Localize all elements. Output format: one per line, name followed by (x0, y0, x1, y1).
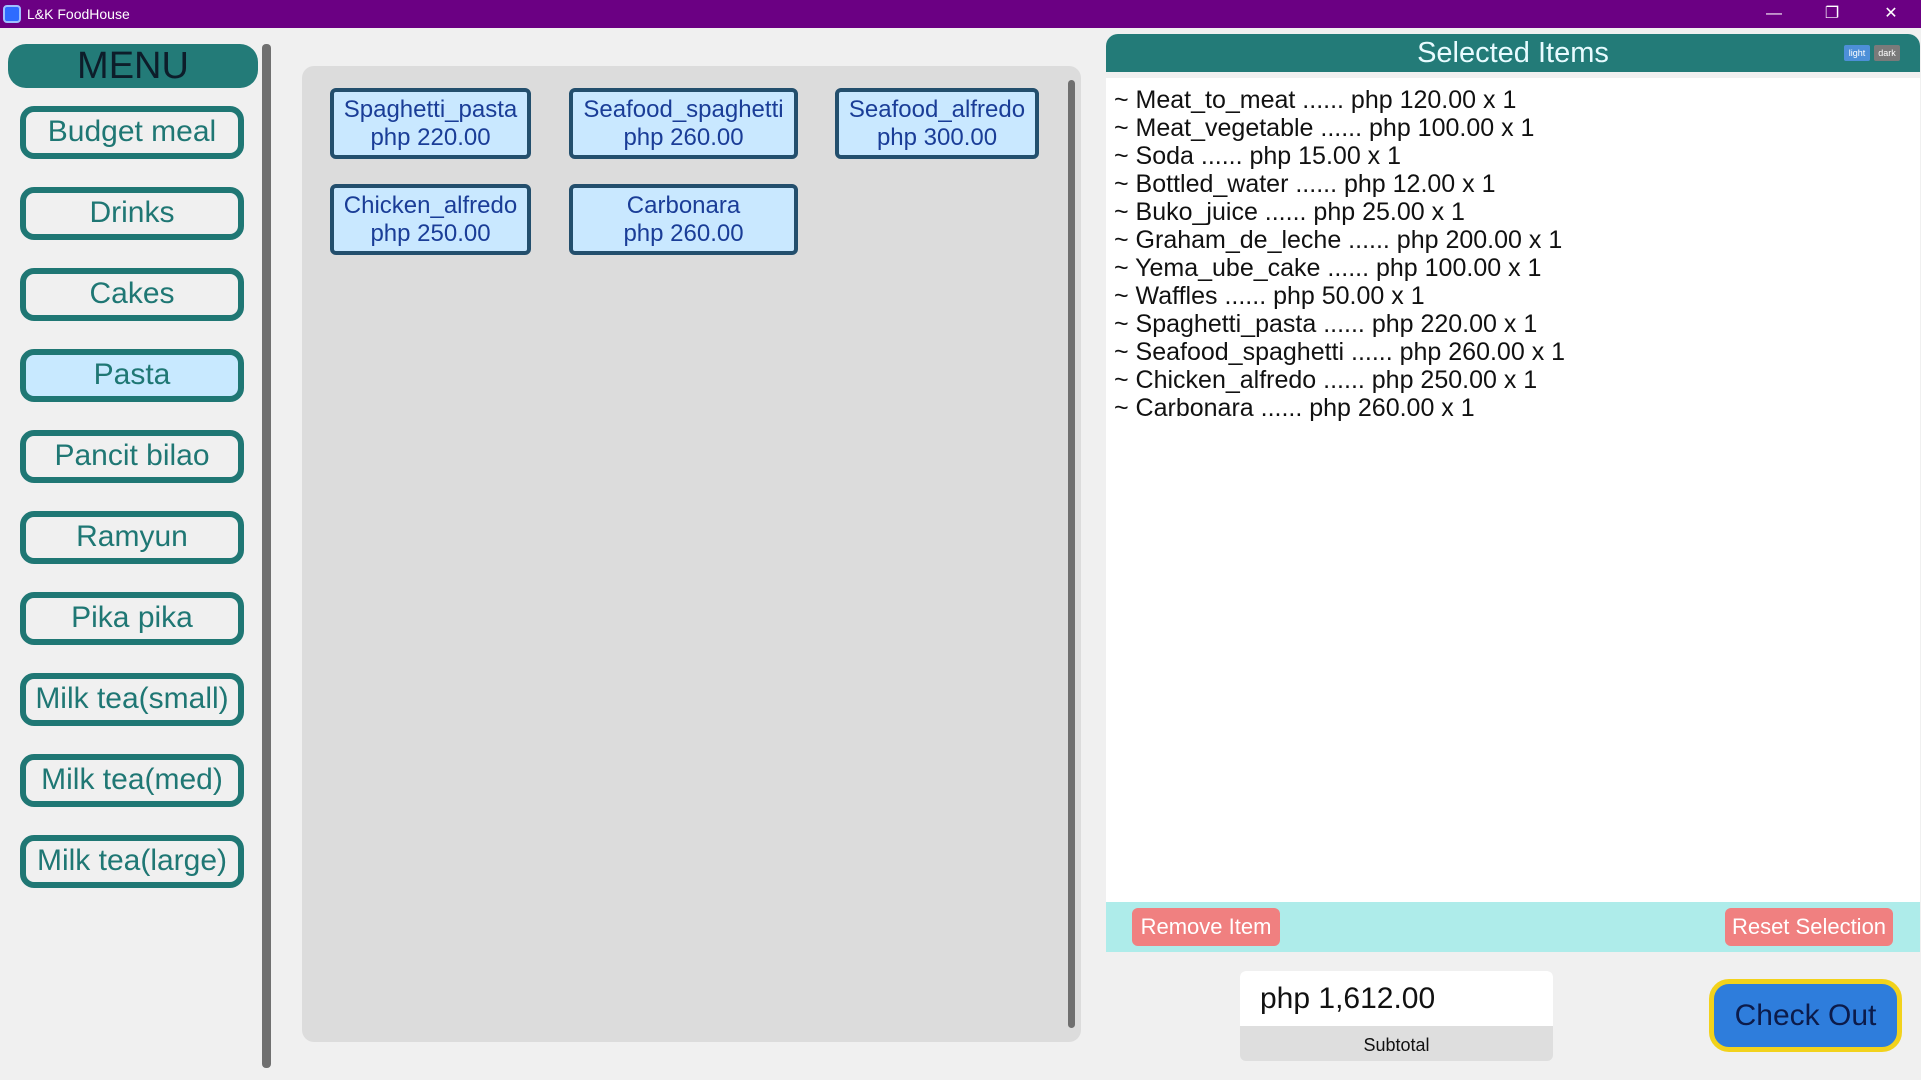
menu-scrollbar[interactable] (262, 44, 271, 1068)
product-name: Seafood_spaghetti (583, 96, 784, 123)
list-item[interactable]: ~ Soda ...... php 15.00 x 1 (1114, 142, 1912, 170)
menu-button-drinks[interactable]: Drinks (20, 187, 244, 240)
list-item[interactable]: ~ Yema_ube_cake ...... php 100.00 x 1 (1114, 254, 1912, 282)
product-price: php 260.00 (623, 124, 744, 151)
menu-button-cakes[interactable]: Cakes (20, 268, 244, 321)
list-item[interactable]: ~ Chicken_alfredo ...... php 250.00 x 1 (1114, 366, 1912, 394)
menu-panel: MENU Budget meal Drinks Cakes Pasta Panc… (0, 28, 278, 1080)
selected-items-header: Selected Items light dark (1106, 34, 1920, 72)
product-button[interactable]: Spaghetti_pasta php 220.00 (330, 88, 531, 159)
products-panel: Spaghetti_pasta php 220.00 Seafood_spagh… (302, 66, 1081, 1042)
theme-light-button[interactable]: light (1844, 45, 1870, 61)
list-item[interactable]: ~ Meat_to_meat ...... php 120.00 x 1 (1114, 86, 1912, 114)
app-icon (3, 5, 21, 23)
product-price: php 220.00 (370, 124, 491, 151)
minimize-button[interactable]: — (1745, 0, 1803, 28)
product-name: Chicken_alfredo (343, 192, 518, 219)
menu-button-pika-pika[interactable]: Pika pika (20, 592, 244, 645)
reset-selection-button[interactable]: Reset Selection (1725, 908, 1893, 946)
list-item[interactable]: ~ Carbonara ...... php 260.00 x 1 (1114, 394, 1912, 422)
check-out-button[interactable]: Check Out (1709, 979, 1902, 1052)
product-name: Spaghetti_pasta (343, 96, 518, 123)
product-price: php 250.00 (370, 220, 491, 247)
products-scrollbar[interactable] (1068, 80, 1075, 1028)
remove-item-button[interactable]: Remove Item (1132, 908, 1280, 946)
menu-button-ramyun[interactable]: Ramyun (20, 511, 244, 564)
product-button[interactable]: Seafood_alfredo php 300.00 (835, 88, 1039, 159)
product-price: php 260.00 (623, 220, 744, 247)
selected-items-title: Selected Items (1417, 37, 1609, 69)
subtotal-value: php 1,612.00 (1240, 971, 1553, 1026)
menu-button-pasta[interactable]: Pasta (20, 349, 244, 402)
selection-action-bar: Remove Item Reset Selection (1106, 902, 1920, 952)
list-item[interactable]: ~ Seafood_spaghetti ...... php 260.00 x … (1114, 338, 1912, 366)
list-item[interactable]: ~ Spaghetti_pasta ...... php 220.00 x 1 (1114, 310, 1912, 338)
list-item[interactable]: ~ Waffles ...... php 50.00 x 1 (1114, 282, 1912, 310)
menu-button-pancit-bilao[interactable]: Pancit bilao (20, 430, 244, 483)
selected-items-list[interactable]: ~ Meat_to_meat ...... php 120.00 x 1 ~ M… (1106, 78, 1920, 902)
menu-button-budget-meal[interactable]: Budget meal (20, 106, 244, 159)
subtotal-label: Subtotal (1363, 1035, 1430, 1055)
list-item[interactable]: ~ Buko_juice ...... php 25.00 x 1 (1114, 198, 1912, 226)
menu-button-milk-tea-small[interactable]: Milk tea(small) (20, 673, 244, 726)
product-name: Seafood_alfredo (848, 96, 1026, 123)
list-item[interactable]: ~ Meat_vegetable ...... php 100.00 x 1 (1114, 114, 1912, 142)
title-bar: L&K FoodHouse — ❐ ✕ (0, 0, 1921, 28)
list-item[interactable]: ~ Bottled_water ...... php 12.00 x 1 (1114, 170, 1912, 198)
window-title: L&K FoodHouse (27, 6, 130, 22)
subtotal-box: php 1,612.00 Subtotal (1240, 971, 1553, 1061)
product-price: php 300.00 (876, 124, 998, 151)
close-button[interactable]: ✕ (1862, 0, 1920, 28)
menu-button-milk-tea-large[interactable]: Milk tea(large) (20, 835, 244, 888)
product-button[interactable]: Carbonara php 260.00 (569, 184, 798, 255)
product-button[interactable]: Chicken_alfredo php 250.00 (330, 184, 531, 255)
product-name: Carbonara (626, 192, 741, 219)
product-button[interactable]: Seafood_spaghetti php 260.00 (569, 88, 798, 159)
menu-button-milk-tea-med[interactable]: Milk tea(med) (20, 754, 244, 807)
menu-header: MENU (8, 44, 258, 88)
maximize-button[interactable]: ❐ (1803, 0, 1861, 28)
theme-dark-button[interactable]: dark (1874, 45, 1900, 61)
list-item[interactable]: ~ Graham_de_leche ...... php 200.00 x 1 (1114, 226, 1912, 254)
